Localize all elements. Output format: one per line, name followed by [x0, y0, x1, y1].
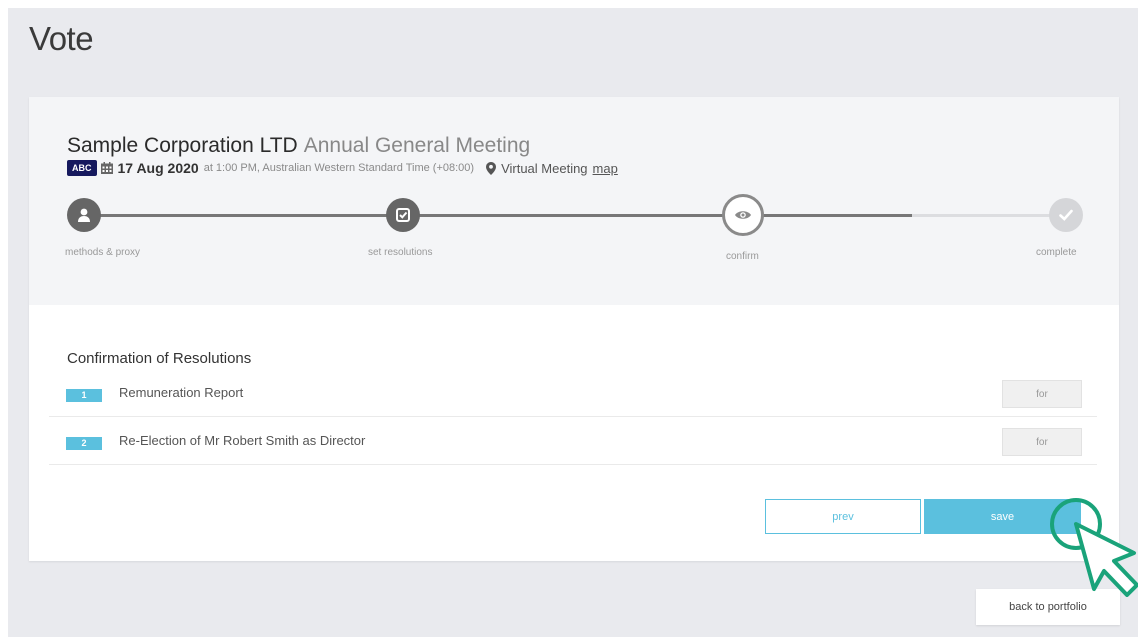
- step-label-confirm: confirm: [726, 251, 759, 262]
- resolution-text: Remuneration Report: [119, 385, 244, 400]
- meeting-title: Sample Corporation LTD Annual General Mee…: [67, 134, 530, 158]
- calendar-icon: [100, 162, 113, 174]
- company-code-badge: ABC: [67, 160, 97, 176]
- meeting-date: 17 Aug 2020: [117, 160, 199, 176]
- stepper-track-remaining: [912, 214, 1072, 217]
- meeting-time: at 1:00 PM, Australian Western Standard …: [203, 162, 475, 174]
- check-icon: [1059, 209, 1073, 221]
- vote-card: Sample Corporation LTD Annual General Mee…: [29, 97, 1119, 561]
- meeting-venue: Virtual Meeting: [501, 160, 588, 176]
- step-label-set-resolutions: set resolutions: [368, 247, 433, 258]
- resolution-number: 2: [66, 437, 102, 450]
- check-square-icon: [396, 208, 410, 222]
- step-methods-proxy[interactable]: [67, 198, 101, 232]
- step-label-methods-proxy: methods & proxy: [65, 247, 141, 258]
- user-icon: [78, 208, 90, 222]
- step-label-complete: complete: [1036, 247, 1077, 258]
- resolution-number: 1: [66, 389, 102, 402]
- map-pin-icon: [486, 161, 497, 175]
- meeting-type: Annual General Meeting: [303, 134, 531, 157]
- back-to-portfolio-button[interactable]: back to portfolio: [976, 589, 1120, 625]
- page-title: Vote: [29, 20, 94, 57]
- resolution-vote: for: [1002, 428, 1082, 456]
- resolution-row: 1 Remuneration Report for: [49, 369, 1097, 417]
- company-name: Sample Corporation LTD: [67, 134, 298, 157]
- meeting-meta: ABC 17 Aug 2020 at 1:00 PM, Australian W…: [67, 160, 618, 176]
- map-link[interactable]: map: [593, 161, 618, 176]
- prev-button[interactable]: prev: [765, 499, 921, 534]
- step-complete[interactable]: [1049, 198, 1083, 232]
- step-confirm[interactable]: [722, 194, 764, 236]
- resolutions-heading: Confirmation of Resolutions: [67, 350, 252, 367]
- save-button[interactable]: save: [924, 499, 1081, 534]
- resolution-row: 2 Re-Election of Mr Robert Smith as Dire…: [49, 417, 1097, 465]
- eye-icon: [735, 211, 751, 219]
- progress-stepper: methods & proxy set resolutions confirm: [29, 194, 1119, 277]
- resolution-vote: for: [1002, 380, 1082, 408]
- meeting-header: Sample Corporation LTD Annual General Mee…: [29, 97, 1119, 305]
- step-set-resolutions[interactable]: [386, 198, 420, 232]
- resolution-text: Re-Election of Mr Robert Smith as Direct…: [119, 433, 366, 448]
- stepper-track-completed: [84, 214, 912, 217]
